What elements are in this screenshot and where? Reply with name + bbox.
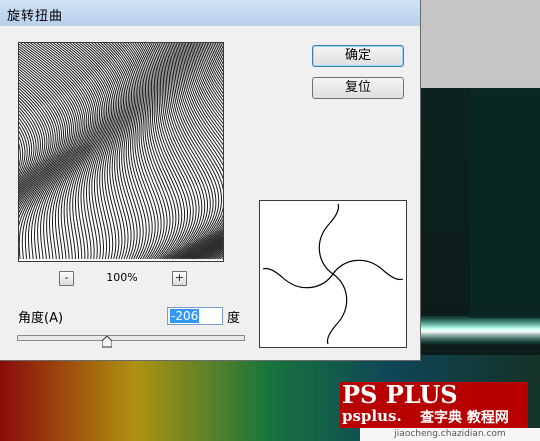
watermark-site: psplus. <box>342 407 402 425</box>
twirl-preview-image <box>19 43 223 260</box>
preview-pane[interactable] <box>18 42 224 262</box>
twirl-angle-thumbnail <box>259 200 407 348</box>
reset-button[interactable]: 复位 <box>312 77 404 99</box>
zoom-out-icon: - <box>64 271 69 284</box>
angle-label: 角度(A) <box>18 311 64 326</box>
zoom-in-button[interactable]: + <box>172 271 187 286</box>
ok-button[interactable]: 确定 <box>312 45 404 67</box>
slider-thumb-icon[interactable] <box>102 336 112 348</box>
watermark-logo: PS PLUS <box>342 380 458 409</box>
dialog-titlebar[interactable]: 旋转扭曲 <box>0 0 420 26</box>
workspace-gray-area <box>420 0 540 88</box>
zoom-out-button[interactable]: - <box>59 271 74 286</box>
angle-unit-label: 度 <box>227 311 241 326</box>
angle-slider-track[interactable] <box>17 335 245 341</box>
angle-value: -206 <box>170 309 200 323</box>
preview-line <box>19 106 39 191</box>
zoom-level: 100% <box>106 271 138 284</box>
twirl-curves-diagram <box>262 203 404 345</box>
dialog-title: 旋转扭曲 <box>7 9 64 24</box>
angle-input[interactable]: -206 <box>167 307 223 325</box>
twirl-filter-dialog: 旋转扭曲 - 100% + 确定 复位 角度(A) -206 度 <box>0 0 421 361</box>
watermark-cn-text: 查字典 教程网 <box>420 410 509 426</box>
watermark-footer: jiaocheng.chazidian.com <box>360 428 540 441</box>
zoom-in-icon: + <box>174 271 185 284</box>
